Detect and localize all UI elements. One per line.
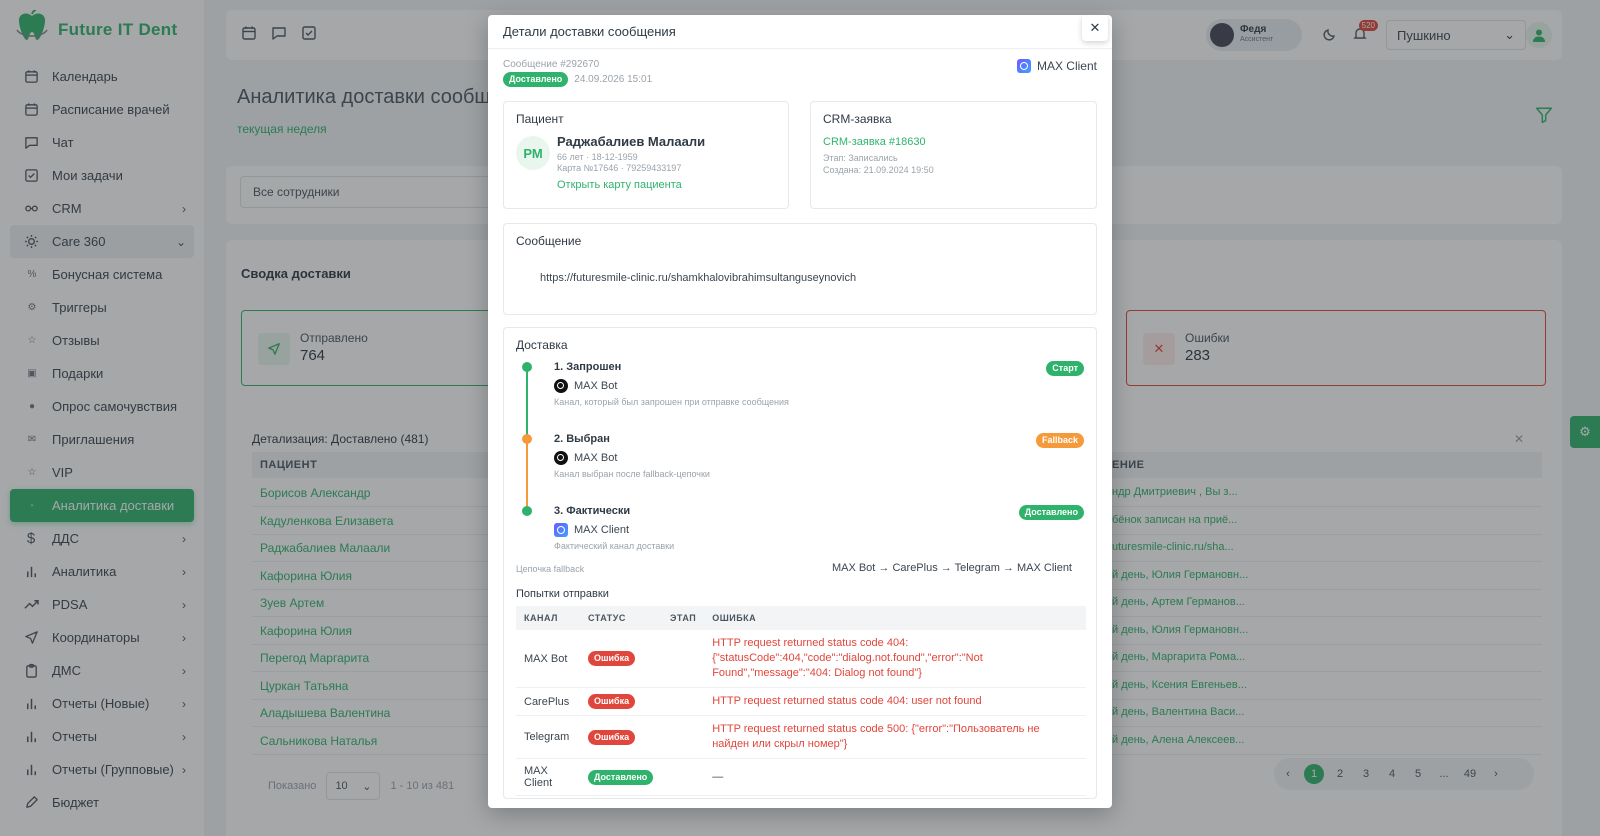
- attempt-channel: Telegram: [516, 715, 580, 759]
- status-badge: Доставлено: [588, 769, 654, 785]
- delivery-step-actual: 3. Фактически MAX Client Фактический кан…: [554, 505, 1084, 551]
- attempts-table: КАНАЛ СТАТУС ЭТАП ОШИБКА MAX Bot Ошибка HT…: [516, 606, 1086, 796]
- attempt-error: HTTP request returned status code 500: {…: [704, 715, 1086, 759]
- crm-request-link[interactable]: CRM-заявка #18630: [823, 136, 1084, 148]
- status-badge: Доставлено: [503, 72, 569, 87]
- attempt-error: HTTP request returned status code 404: {…: [704, 630, 1086, 688]
- close-icon: ✕: [1089, 20, 1101, 35]
- message-card: Сообщение https://futuresmile-clinic.ru/…: [503, 223, 1097, 315]
- max-bot-icon: [554, 379, 568, 393]
- patient-name: Раджабалиев Малаали: [557, 134, 706, 149]
- column-channel: КАНАЛ: [516, 606, 580, 630]
- table-row: Telegram Ошибка HTTP request returned stat…: [516, 715, 1086, 759]
- status-badge: Доставлено: [1018, 505, 1084, 520]
- crm-card: CRM-заявка CRM-заявка #18630 Этап: Запис…: [810, 101, 1097, 209]
- attempt-error: HTTP request returned status code 404: u…: [704, 687, 1086, 716]
- status-badge: Fallback: [1035, 433, 1084, 448]
- message-number: Сообщение #292670: [503, 59, 600, 70]
- timeline-line: [526, 368, 528, 440]
- attempt-channel: CarePlus: [516, 687, 580, 716]
- crm-created: Создана: 21.09.2024 19:50: [823, 165, 934, 175]
- status-badge: Старт: [1046, 361, 1084, 376]
- status-badge: Ошибка: [588, 694, 636, 709]
- message-text: https://futuresmile-clinic.ru/shamkhalov…: [540, 272, 857, 284]
- message-card-title: Сообщение: [516, 234, 582, 248]
- delivery-card-title: Доставка: [516, 338, 568, 352]
- table-row: MAX Bot Ошибка HTTP request returned statu…: [516, 630, 1086, 688]
- status-badge: Ошибка: [588, 729, 636, 745]
- attempt-channel: MAX Client: [516, 758, 580, 796]
- patient-card-number: Карта №17646 · 79259433197: [557, 163, 682, 173]
- fallback-chain-value: MAX Bot → CarePlus → Telegram → MAX Clie…: [831, 562, 1072, 574]
- column-stage: ЭТАП: [662, 606, 705, 630]
- patient-card-title: Пациент: [516, 112, 564, 126]
- client-label: MAX Client: [1016, 59, 1097, 73]
- avatar: РМ: [516, 136, 550, 170]
- timeline-dot: [522, 434, 532, 444]
- attempt-stage: [662, 630, 705, 688]
- column-error: ОШИБКА: [704, 606, 1086, 630]
- modal-title: Детали доставки сообщения: [488, 15, 1112, 49]
- close-modal-button[interactable]: ✕: [1082, 15, 1108, 41]
- message-date: 24.09.2026 15:01: [574, 74, 653, 85]
- table-row: MAX Client Доставлено —: [516, 758, 1086, 796]
- delivery-step-selected: 2. Выбран MAX Bot Канал выбран после fal…: [554, 433, 1084, 479]
- delivery-details-modal: Детали доставки сообщения Сообщение #292…: [488, 15, 1112, 808]
- fallback-chain-label: Цепочка fallback: [516, 564, 585, 574]
- table-row: CarePlus Ошибка HTTP request returned stat…: [516, 687, 1086, 716]
- attempt-error: —: [704, 758, 1086, 796]
- attempt-channel: MAX Bot: [516, 630, 580, 688]
- delivery-card: Доставка 1. Запрошен MAX Bot Канал, кото…: [503, 327, 1097, 799]
- crm-stage: Этап: Записались: [823, 153, 898, 163]
- attempt-stage: [662, 758, 705, 796]
- max-client-icon: [554, 523, 568, 537]
- delivery-step-requested: 1. Запрошен MAX Bot Канал, который был з…: [554, 361, 1084, 407]
- timeline-dot: [522, 362, 532, 372]
- column-status: СТАТУС: [580, 606, 662, 630]
- max-client-icon: [1016, 59, 1031, 73]
- crm-card-title: CRM-заявка: [823, 112, 892, 126]
- timeline-line: [526, 440, 528, 510]
- patient-card: Пациент РМ Раджабалиев Малаали 66 лет · …: [503, 101, 789, 209]
- attempts-title: Попытки отправки: [516, 588, 609, 600]
- attempt-stage: [662, 715, 705, 759]
- attempt-stage: [662, 687, 705, 716]
- timeline-dot: [522, 506, 532, 516]
- open-patient-card-link[interactable]: Открыть карту пациента: [557, 179, 705, 191]
- max-bot-icon: [554, 451, 568, 465]
- patient-age: 66 лет · 18-12-1959: [557, 152, 638, 162]
- message-meta: Сообщение #292670 Доставлено 24.09.2026 …: [503, 59, 652, 87]
- status-badge: Ошибка: [588, 651, 636, 666]
